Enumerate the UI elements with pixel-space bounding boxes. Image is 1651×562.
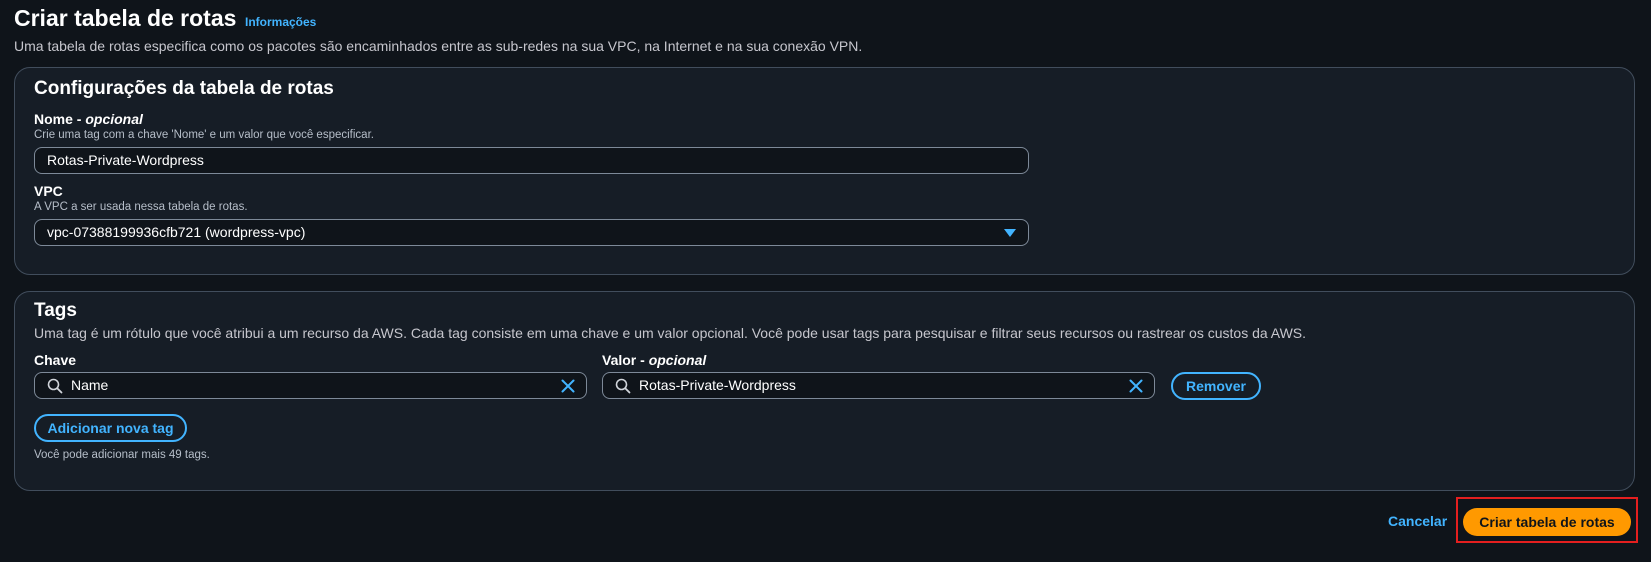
name-input[interactable]: Rotas-Private-Wordpress [34,147,1029,174]
name-label: Nome - opcional [34,111,143,127]
vpc-hint: A VPC a ser usada nessa tabela de rotas. [34,201,248,213]
close-icon[interactable] [560,378,576,394]
search-icon [47,378,63,394]
cancel-button[interactable]: Cancelar [1388,513,1447,529]
vpc-select[interactable]: vpc-07388199936cfb721 (wordpress-vpc) [34,219,1029,246]
info-link[interactable]: Informações [245,15,316,29]
tag-value-value: Rotas-Private-Wordpress [639,377,796,393]
caret-down-icon [1004,229,1016,237]
tags-remaining-hint: Você pode adicionar mais 49 tags. [34,449,210,461]
remove-tag-button[interactable]: Remover [1171,372,1261,400]
name-optional-tag: opcional [85,111,143,127]
tags-description: Uma tag é um rótulo que você atribui a u… [34,325,1307,341]
page-title: Criar tabela de rotas [14,5,237,31]
create-route-table-button[interactable]: Criar tabela de rotas [1463,508,1631,536]
tag-value-input[interactable]: Rotas-Private-Wordpress [602,372,1155,399]
close-icon[interactable] [1128,378,1144,394]
name-hint: Crie uma tag com a chave 'Nome' e um val… [34,129,374,141]
key-label: Chave [34,352,77,368]
route-table-settings-panel: Configurações da tabela de rotas Nome - … [14,67,1635,275]
add-tag-button[interactable]: Adicionar nova tag [34,414,187,442]
vpc-select-value: vpc-07388199936cfb721 (wordpress-vpc) [47,224,306,240]
tags-panel: Tags Uma tag é um rótulo que você atribu… [14,291,1635,491]
tags-heading: Tags [34,300,77,321]
vpc-label: VPC [34,183,63,199]
tag-key-input[interactable]: Name [34,372,587,399]
settings-heading: Configurações da tabela de rotas [34,78,334,99]
value-label: Valor - opcional [602,352,707,368]
value-optional-tag: opcional [648,352,707,368]
page-description: Uma tabela de rotas especifica como os p… [14,38,863,54]
search-icon [615,378,631,394]
tag-key-value: Name [71,377,109,393]
